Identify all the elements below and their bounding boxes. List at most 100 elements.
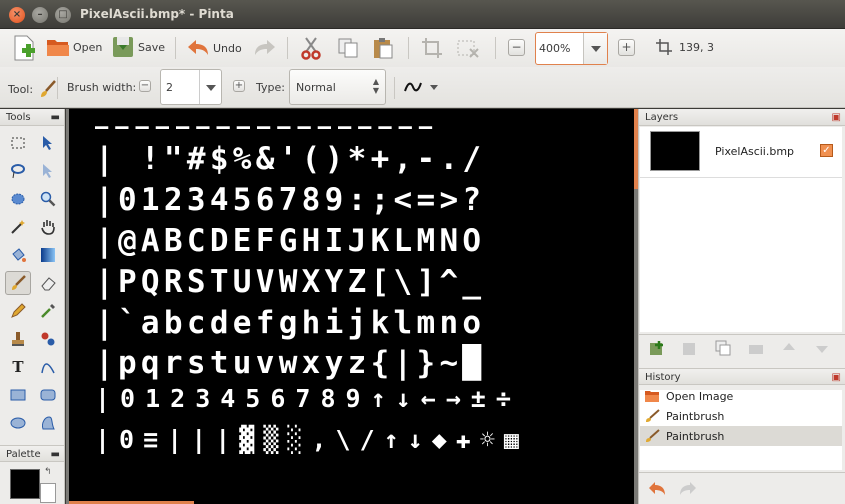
zoom-in-button[interactable]: + [618, 39, 635, 56]
antialiasing-dropdown[interactable] [404, 78, 438, 96]
canvas-glyph-row: |0≡|||▓▒░,\/↑↓◆✚☼▦ [95, 425, 528, 454]
ellipse-select-tool[interactable] [5, 187, 31, 211]
crop-to-selection-button[interactable] [421, 37, 443, 59]
move-layer-up-icon[interactable] [781, 340, 797, 356]
delete-layer-icon[interactable] [682, 340, 698, 356]
toolbar-separator [57, 77, 58, 99]
scissors-icon [301, 37, 321, 60]
copy-button[interactable] [337, 37, 359, 59]
canvas-area[interactable]: ————————————————— | !"#$%&'()*+,-./ |012… [66, 109, 638, 504]
save-button[interactable]: Save [111, 35, 165, 59]
zoom-value[interactable]: 400% [539, 42, 570, 55]
layer-visibility-checkbox[interactable]: ✓ [820, 144, 833, 157]
cut-button[interactable] [300, 36, 322, 60]
redo-button[interactable] [253, 38, 277, 58]
canvas-glyph-row: |pqrstuvwxyz{|}~█ [95, 345, 486, 381]
duplicate-layer-icon[interactable] [715, 340, 731, 356]
save-icon [113, 37, 133, 57]
dock-pin-icon[interactable]: ▣ [832, 369, 841, 386]
paintbrush-tool[interactable] [5, 271, 31, 295]
ellipse-tool[interactable] [5, 411, 31, 435]
brush-width-value[interactable]: 2 [166, 81, 173, 94]
line-curve-tool[interactable] [35, 355, 61, 379]
window-title: PixelAscii.bmp* - Pinta [80, 7, 234, 21]
stamp-icon [12, 332, 24, 346]
brush-type-value[interactable]: Normal [296, 81, 336, 94]
history-item[interactable]: Open Image [640, 386, 842, 406]
layers-panel-header: Layers ▣ [639, 109, 845, 126]
zoom-tool[interactable] [35, 187, 61, 211]
rectangle-select-tool[interactable] [5, 131, 31, 155]
image-canvas[interactable]: ————————————————— | !"#$%&'()*+,-./ |012… [69, 109, 634, 504]
move-selection-tool[interactable] [35, 159, 61, 183]
pan-tool[interactable] [35, 215, 61, 239]
canvas-glyph-row: | !"#$%&'()*+,-./ [95, 141, 486, 177]
brush-width-field[interactable]: 2 [160, 69, 222, 105]
clone-stamp-tool[interactable] [5, 327, 31, 351]
eraser-tool[interactable] [35, 271, 61, 295]
gradient-tool[interactable] [35, 243, 61, 267]
updown-arrows-icon: ▲ ▼ [372, 77, 379, 95]
deselect-button[interactable] [456, 37, 480, 59]
pencil-tool[interactable] [5, 299, 31, 323]
toolbar-separator [495, 37, 496, 59]
dock-pin-icon[interactable]: ▬ [51, 109, 60, 126]
maximize-window-button[interactable]: □ [55, 7, 71, 23]
chevron-down-icon [430, 84, 438, 94]
history-item-selected[interactable]: Paintbrush [640, 426, 842, 446]
paste-button[interactable] [372, 36, 394, 60]
open-label: Open [73, 40, 103, 54]
zoom-out-button[interactable]: − [508, 39, 525, 56]
add-layer-icon[interactable] [649, 340, 665, 356]
ellipse-icon [10, 417, 26, 429]
paint-bucket-tool[interactable] [5, 243, 31, 267]
move-layer-down-icon[interactable] [814, 340, 830, 356]
new-button[interactable] [12, 35, 36, 61]
eyedropper-icon [41, 304, 55, 318]
canvas-glyph-row: |0123456789:;<=>? [95, 182, 486, 218]
color-picker-tool[interactable] [35, 299, 61, 323]
layers-panel-title: Layers [645, 112, 679, 123]
text-tool[interactable]: T [5, 355, 31, 379]
history-undo-icon[interactable] [648, 481, 666, 497]
lasso-select-tool[interactable] [5, 159, 31, 183]
tools-panel-title: Tools [6, 112, 31, 123]
brush-width-decrease-button[interactable]: − [139, 80, 151, 92]
brush-width-increase-button[interactable]: + [233, 80, 245, 92]
brush-width-dropdown[interactable] [199, 70, 221, 104]
rounded-rectangle-tool[interactable] [35, 383, 61, 407]
history-item[interactable]: Paintbrush [640, 406, 842, 426]
canvas-glyph-row: |0123456789↑↓←→±÷ [95, 384, 521, 413]
swap-colors-icon[interactable]: ↰ [44, 467, 52, 477]
close-window-button[interactable]: × [9, 7, 25, 23]
ellipse-select-icon [11, 193, 25, 205]
minimize-window-button[interactable]: – [32, 7, 48, 23]
title-bar: × – □ PixelAscii.bmp* - Pinta [0, 0, 845, 29]
plus-icon: + [234, 80, 244, 91]
tool-options-bar: Tool: Brush width: − 2 + Type: Normal ▲ ▼ [0, 67, 845, 108]
recolor-tool[interactable] [35, 327, 61, 351]
rectangle-tool[interactable] [5, 383, 31, 407]
dock-pin-icon[interactable]: ▬ [51, 446, 60, 463]
primary-color-swatch[interactable] [10, 469, 40, 499]
layer-item[interactable]: PixelAscii.bmp ✓ [640, 127, 842, 178]
tools-panel-header: Tools ▬ [0, 109, 64, 126]
type-label: Type: [256, 81, 285, 94]
secondary-color-swatch[interactable] [40, 483, 56, 503]
zoom-combobox[interactable]: 400% [535, 32, 608, 65]
layer-name: PixelAscii.bmp [715, 145, 795, 158]
move-selected-tool[interactable] [35, 131, 61, 155]
history-button-bar [639, 472, 845, 504]
zoom-dropdown-button[interactable] [583, 33, 607, 64]
history-item-label: Paintbrush [666, 429, 725, 443]
undo-button[interactable]: Undo [186, 38, 242, 58]
merge-layer-down-icon[interactable] [748, 340, 764, 356]
dock-pin-icon[interactable]: ▣ [832, 109, 841, 126]
toolbar-separator [408, 37, 409, 59]
freeform-shape-tool[interactable] [35, 411, 61, 435]
open-button[interactable]: Open [46, 36, 102, 58]
brush-type-combobox[interactable]: Normal ▲ ▼ [289, 69, 386, 105]
paintbrush-icon [646, 429, 660, 442]
magic-wand-tool[interactable] [5, 215, 31, 239]
history-redo-icon[interactable] [679, 481, 697, 497]
